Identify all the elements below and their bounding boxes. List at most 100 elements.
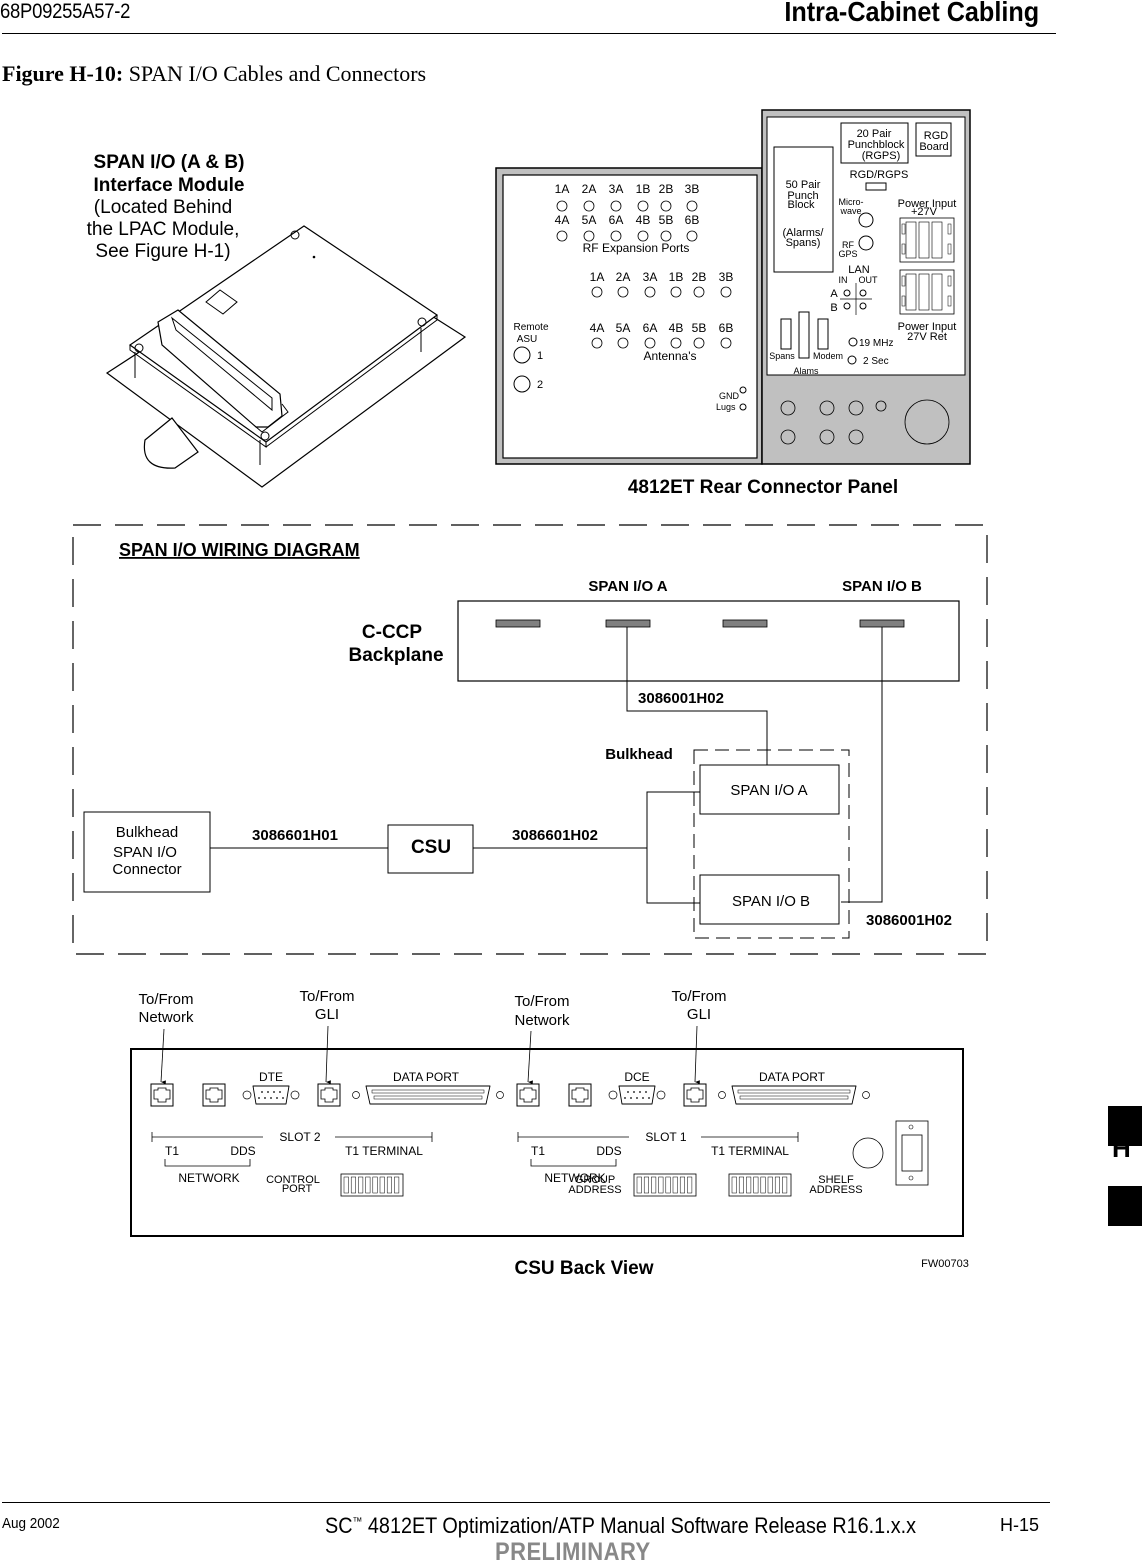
- alarms-connector: [798, 311, 810, 359]
- span-io-wiring-diagram: SPAN I/O WIRING DIAGRAM C-CCP Backplane …: [72, 524, 988, 955]
- rear-connector-panel: 1A 2A 3A 1B 2B 3B4A 5A 6A 4B 5B 6B1A 2A 3A 1B 2B 3B4A 5A…: [495, 109, 971, 498]
- bulkhead-label: Bulkhead: [605, 746, 673, 763]
- data-port-connector-icon-slot2: [365, 1085, 491, 1105]
- t1-terminal-label-slot1: T1 TERMINAL: [711, 1144, 789, 1158]
- figure-drawing: SPAN I/O (A & B) Interface Module (Locat…: [72, 109, 988, 1279]
- rf-panel-face: [502, 174, 758, 459]
- antenna-port-label: 6A: [643, 321, 658, 335]
- microwave-label-2: wave: [839, 206, 861, 216]
- bulkhead-connector-label-2: SPAN I/O: [113, 844, 177, 861]
- power-input-label-2: +27V: [911, 206, 938, 218]
- callout-network-1-line1: To/From: [138, 991, 193, 1008]
- section-tab-letter: H: [1112, 1133, 1131, 1163]
- group-address-dip-switch[interactable]: [633, 1173, 697, 1197]
- t1-terminal-label-slot2: T1 TERMINAL: [345, 1144, 423, 1158]
- callout-network-1-line2: Network: [138, 1009, 194, 1026]
- slot-label-slot1: SLOT 1: [645, 1130, 686, 1144]
- data-port-connector-icon-slot1: [731, 1085, 857, 1105]
- cable-h01-label: 3086601H01: [252, 827, 338, 844]
- t1-label-slot1: T1: [531, 1144, 545, 1158]
- footer-date: Aug 2002: [2, 1515, 60, 1532]
- antenna-port-label: 6B: [719, 321, 734, 335]
- punchblock-50-label-3: Block: [788, 199, 815, 211]
- footer-manual-name: 4812ET Optimization/ATP Manual Software …: [367, 1513, 917, 1538]
- backplane-slot-span-b: [859, 619, 905, 628]
- punchblock-50-label-5: Spans): [786, 237, 821, 249]
- dte-serial-port-icon: [252, 1085, 290, 1105]
- module-note-line2: the LPAC Module,: [87, 219, 240, 240]
- section-tab-block-bottom: [1108, 1186, 1142, 1226]
- cable-bottom-label: 3086001H02: [866, 912, 952, 929]
- rf-gps-label-2: GPS: [838, 249, 857, 259]
- callout-gli-2-line1: To/From: [671, 988, 726, 1005]
- bulkhead-connector-label-3: Connector: [112, 861, 181, 878]
- group-address-label-2: ADDRESS: [568, 1184, 621, 1196]
- callout-network-2-line1: To/From: [514, 993, 569, 1010]
- module-note-line3: See Figure H-1): [95, 241, 230, 262]
- antenna-port-label: 2A: [616, 270, 631, 284]
- rf-expansion-port-label: 6B: [685, 213, 700, 227]
- backplane-span-a-label: SPAN I/O A: [588, 578, 667, 595]
- antenna-port-label: 3A: [643, 270, 658, 284]
- lan-b-label: B: [830, 302, 837, 314]
- control-port-label-2: PORT: [282, 1183, 313, 1195]
- antennas-label: Antenna's: [644, 349, 697, 363]
- dce-serial-port-icon: [618, 1085, 656, 1105]
- gnd-label: GND: [719, 391, 740, 401]
- rf-expansion-port-label: 3B: [685, 182, 700, 196]
- slot-label-slot2: SLOT 2: [279, 1130, 320, 1144]
- callout-gli-1-line1: To/From: [299, 988, 354, 1005]
- rgd-rgps-label: RGD/RGPS: [850, 169, 909, 181]
- rf-expansion-port-label: 3A: [609, 182, 624, 196]
- alams-label: Alams: [793, 366, 819, 376]
- antenna-port-label: 4B: [669, 321, 684, 335]
- cable-top-label: 3086001H02: [638, 690, 724, 707]
- shelf-address-dip-switch[interactable]: [728, 1173, 792, 1197]
- data-port-label-slot1: DATA PORT: [759, 1070, 826, 1084]
- interface-module-illustration: SPAN I/O (A & B) Interface Module (Locat…: [87, 152, 467, 488]
- footer-manual-prefix: SC: [325, 1513, 353, 1538]
- rear-panel-caption: 4812ET Rear Connector Panel: [628, 477, 898, 498]
- backplane-label-line1: C-CCP: [362, 622, 422, 643]
- cable-h02-split: [646, 791, 700, 904]
- dce-serial-port-label: DCE: [624, 1070, 649, 1084]
- footer-divider: [2, 1502, 1050, 1503]
- module-note-line1: (Located Behind: [94, 197, 232, 218]
- punchblock-20-label-3: (RGPS): [862, 150, 901, 162]
- rf-expansion-port-label: 2B: [659, 182, 674, 196]
- rf-expansion-label: RF Expansion Ports: [583, 241, 690, 255]
- callout-gli-2-line2: GLI: [687, 1006, 711, 1023]
- antenna-port-label: 3B: [719, 270, 734, 284]
- rf-expansion-port-label: 4A: [555, 213, 570, 227]
- dds-label-slot2: DDS: [230, 1144, 255, 1158]
- remote-asu-label-line1: Remote: [513, 322, 548, 333]
- lugs-label: Lugs: [716, 402, 736, 412]
- trademark-symbol: ™: [352, 1516, 363, 1528]
- antenna-port-label: 4A: [590, 321, 605, 335]
- rf-expansion-port-label: 4B: [636, 213, 651, 227]
- control-port-dip-switch[interactable]: [340, 1173, 404, 1197]
- bulkhead-connector-label-1: Bulkhead: [116, 824, 179, 841]
- modem-connector: [817, 318, 829, 350]
- csu-back-view-caption: CSU Back View: [514, 1258, 653, 1279]
- antenna-port-label: 1B: [669, 270, 684, 284]
- rf-expansion-port-label: 5B: [659, 213, 674, 227]
- csu-label: CSU: [411, 837, 451, 858]
- rf-expansion-port-label: 5A: [582, 213, 597, 227]
- antenna-port-label: 5B: [692, 321, 707, 335]
- module-title-line1: SPAN I/O (A & B): [94, 152, 245, 173]
- t1-label-slot2: T1: [165, 1144, 179, 1158]
- rgd-rgps-connector: [865, 182, 887, 191]
- callout-network-2-line2: Network: [514, 1012, 570, 1029]
- csu-back-view: To/From Network To/From GLI To/From Netw…: [130, 988, 969, 1279]
- backplane-span-b-label: SPAN I/O B: [842, 578, 922, 595]
- dte-serial-port-label: DTE: [259, 1070, 283, 1084]
- preliminary-watermark: PRELIMINARY: [495, 1538, 651, 1566]
- cable-h02-label: 3086601H02: [512, 827, 598, 844]
- c-ccp-backplane: [457, 600, 960, 682]
- antenna-port-label: 5A: [616, 321, 631, 335]
- spans-label: Spans: [769, 351, 795, 361]
- antenna-port-label: 2B: [692, 270, 707, 284]
- 19mhz-label: 19 MHz: [859, 338, 893, 349]
- lan-a-label: A: [830, 288, 838, 300]
